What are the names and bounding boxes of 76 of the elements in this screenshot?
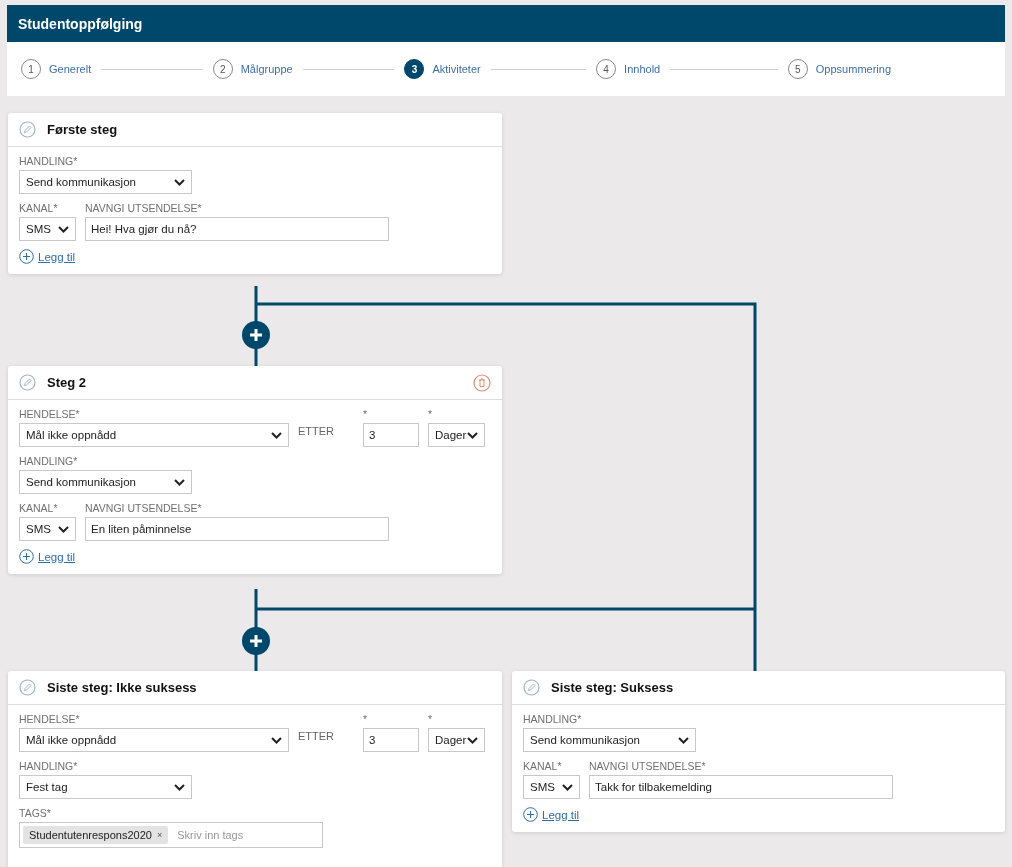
dropdown-field[interactable]: Send kommunikasjon bbox=[19, 470, 192, 494]
chevron-down-icon bbox=[271, 431, 282, 439]
dropdown-field[interactable]: Dager bbox=[428, 423, 485, 447]
field-label: HANDLING* bbox=[19, 455, 79, 468]
plus-icon bbox=[249, 328, 263, 342]
chevron-down-icon bbox=[467, 431, 478, 439]
dropdown-field[interactable]: Fest tag bbox=[19, 775, 192, 799]
text-field[interactable]: Takk for tilbakemelding bbox=[589, 775, 893, 799]
add-step-button[interactable] bbox=[242, 627, 270, 655]
step-number[interactable]: 4 bbox=[596, 59, 617, 79]
chevron-down-icon bbox=[58, 525, 69, 533]
text-field[interactable]: Hei! Hva gjør du nå? bbox=[85, 217, 389, 241]
chevron-down-icon bbox=[174, 478, 185, 486]
remove-tag-button[interactable]: × bbox=[156, 830, 163, 840]
field-label: HENDELSE* bbox=[19, 408, 81, 421]
card-title: Første steg bbox=[47, 122, 119, 137]
field-label: * bbox=[363, 408, 369, 421]
after-label: ETTER bbox=[298, 425, 336, 437]
add-link[interactable]: Legg til bbox=[542, 808, 580, 821]
dropdown-field[interactable]: Dager bbox=[428, 728, 485, 752]
field-label: TAGS* bbox=[19, 807, 52, 820]
card-title: Steg 2 bbox=[47, 375, 87, 390]
field-label: * bbox=[428, 408, 434, 421]
plus-circle-icon[interactable] bbox=[523, 807, 538, 822]
field-label: KANAL* bbox=[19, 502, 59, 515]
add-step-button[interactable] bbox=[242, 321, 270, 349]
chevron-down-icon bbox=[678, 736, 689, 744]
step-number[interactable]: 2 bbox=[212, 59, 233, 79]
after-label: ETTER bbox=[298, 730, 336, 742]
add-link[interactable]: Legg til bbox=[38, 250, 76, 263]
tags-field[interactable]: Studentutenrespons2020 × Skriv inn tags bbox=[19, 822, 323, 848]
dropdown-field[interactable]: Send kommunikasjon bbox=[19, 170, 192, 194]
step-number[interactable]: 1 bbox=[21, 59, 41, 79]
step-number[interactable]: 5 bbox=[787, 59, 808, 79]
dropdown-field[interactable]: SMS bbox=[19, 217, 76, 241]
dropdown-field[interactable]: Mål ikke oppnådd bbox=[19, 423, 289, 447]
dropdown-field[interactable]: SMS bbox=[19, 517, 76, 541]
card-title: Siste steg: Suksess bbox=[551, 680, 675, 695]
page-title: Studentoppfølging bbox=[7, 5, 1005, 42]
field-label: HANDLING* bbox=[19, 155, 79, 168]
add-link[interactable]: Legg til bbox=[38, 550, 76, 563]
field-label: * bbox=[428, 713, 434, 726]
field-label: HENDELSE* bbox=[19, 713, 81, 726]
field-label: HANDLING* bbox=[523, 713, 583, 726]
dropdown-field[interactable]: SMS bbox=[523, 775, 580, 799]
chevron-down-icon bbox=[58, 225, 69, 233]
field-label: NAVNGI UTSENDELSE* bbox=[589, 760, 707, 773]
chevron-down-icon bbox=[467, 736, 478, 744]
field-label: HANDLING* bbox=[19, 760, 79, 773]
step-label[interactable]: Innhold bbox=[624, 63, 661, 75]
chevron-down-icon bbox=[174, 178, 185, 186]
step-label[interactable]: Aktiviteter bbox=[432, 63, 481, 75]
plus-circle-icon[interactable] bbox=[19, 249, 34, 264]
field-label: KANAL* bbox=[19, 202, 59, 215]
step-label[interactable]: Oppsummering bbox=[815, 63, 891, 75]
card-title: Siste steg: Ikke suksess bbox=[47, 680, 198, 695]
text-field[interactable]: En liten påminnelse bbox=[85, 517, 389, 541]
number-field[interactable]: 3 bbox=[363, 423, 419, 447]
number-field[interactable]: 3 bbox=[363, 728, 419, 752]
tags-placeholder: Skriv inn tags bbox=[177, 829, 244, 841]
field-label: KANAL* bbox=[523, 760, 563, 773]
chevron-down-icon bbox=[174, 783, 185, 791]
step-number[interactable]: 3 bbox=[404, 59, 425, 79]
field-label: NAVNGI UTSENDELSE* bbox=[85, 202, 203, 215]
field-label: * bbox=[363, 713, 369, 726]
step-label[interactable]: Målgruppe bbox=[240, 63, 293, 75]
field-label: NAVNGI UTSENDELSE* bbox=[85, 502, 203, 515]
plus-circle-icon[interactable] bbox=[19, 549, 34, 564]
chevron-down-icon bbox=[562, 783, 573, 791]
tag-label: Studentutenrespons2020 bbox=[29, 829, 152, 841]
plus-icon bbox=[249, 634, 263, 648]
dropdown-field[interactable]: Send kommunikasjon bbox=[523, 728, 696, 752]
dropdown-field[interactable]: Mål ikke oppnådd bbox=[19, 728, 289, 752]
chevron-down-icon bbox=[271, 736, 282, 744]
trash-icon[interactable] bbox=[473, 373, 491, 392]
step-label[interactable]: Generelt bbox=[49, 63, 92, 75]
